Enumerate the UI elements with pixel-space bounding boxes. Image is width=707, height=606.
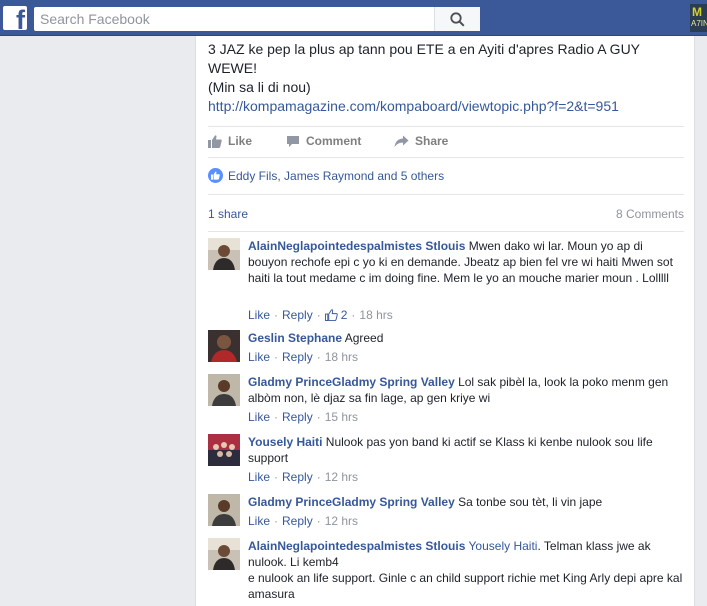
comment-author[interactable]: Geslin Stephane: [248, 331, 342, 345]
post-actions: Like Comment Share: [208, 126, 684, 158]
comment-reply-link[interactable]: Reply: [282, 410, 313, 424]
comment-item: Yousely Haiti Nulook pas yon band ki act…: [208, 434, 684, 486]
comment-meta: Like · Reply · 12 hrs: [248, 470, 359, 484]
comment-like-link[interactable]: Like: [248, 308, 270, 322]
like-button[interactable]: Like: [208, 134, 252, 148]
comment-item: Gladmy PrinceGladmy Spring Valley Sa ton…: [208, 494, 684, 530]
avatar[interactable]: [208, 238, 240, 270]
avatar[interactable]: [208, 330, 240, 362]
avatar[interactable]: [208, 494, 240, 526]
corner-thumb-bottom: A7IN: [691, 19, 707, 28]
avatar[interactable]: [208, 434, 240, 466]
comment-author[interactable]: Gladmy PrinceGladmy Spring Valley: [248, 495, 455, 509]
facebook-logo-icon[interactable]: f: [3, 6, 27, 30]
post-text: 3 JAZ ke pep la plus ap tann pou ETE a e…: [208, 40, 678, 116]
comment-text: Agreed: [342, 331, 384, 345]
comment-text: Sa tonbe sou tèt, li vin jape: [454, 495, 603, 509]
avatar[interactable]: [208, 374, 240, 406]
comment-author[interactable]: Yousely Haiti: [248, 435, 322, 449]
comment-mention[interactable]: Yousely Haiti: [469, 539, 538, 553]
comment-item: AlainNeglapointedespalmistes Stlouis Mwe…: [208, 238, 684, 328]
comment-icon: [287, 135, 299, 147]
shares-link[interactable]: 1 share: [208, 207, 248, 221]
comment-item: Geslin Stephane Agreed Like · Reply · 18 h…: [208, 330, 684, 366]
post-card: 3 JAZ ke pep la plus ap tann pou ETE a e…: [195, 36, 695, 606]
likes-summary[interactable]: Eddy Fils, James Raymond and 5 others: [208, 168, 444, 183]
comment-item: AlainNeglapointedespalmistes Stlouis You…: [208, 538, 684, 606]
comment-item: Gladmy PrinceGladmy Spring Valley Lol sa…: [208, 374, 684, 426]
comment-reply-link[interactable]: Reply: [282, 308, 313, 322]
reaction-count-value: 2: [340, 308, 348, 322]
avatar[interactable]: [208, 538, 240, 570]
corner-thumbnail[interactable]: M A7IN: [690, 4, 707, 32]
comment-body: Gladmy PrinceGladmy Spring Valley Sa ton…: [248, 494, 684, 510]
share-label: Share: [415, 134, 449, 148]
comment-reply-link[interactable]: Reply: [282, 514, 313, 528]
comment-reply-link[interactable]: Reply: [282, 350, 313, 364]
comment-time: 18 hrs: [324, 350, 359, 364]
like-thumb-icon: [208, 134, 222, 148]
comment-time: 12 hrs: [324, 514, 359, 528]
comment-body: Geslin Stephane Agreed: [248, 330, 684, 346]
comment-time: 12 hrs: [324, 470, 359, 484]
search-input[interactable]: [34, 7, 434, 31]
like-label: Like: [228, 134, 253, 148]
comment-time: 18 hrs: [359, 308, 393, 322]
corner-thumb-top: M: [692, 5, 702, 19]
comment-text-continued: e nulook an life support. Ginle c an chi…: [248, 571, 683, 601]
logo-letter: f: [16, 6, 25, 31]
comment-button[interactable]: Comment: [286, 134, 361, 148]
post-link[interactable]: http://kompamagazine.com/kompaboard/view…: [208, 98, 619, 114]
comment-meta: Like · Reply · 12 hrs: [248, 514, 359, 528]
comment-meta: Like · Reply · 18 hrs: [248, 350, 359, 364]
reaction-count[interactable]: 2: [324, 308, 348, 322]
comment-reply-link[interactable]: Reply: [282, 470, 313, 484]
comment-author[interactable]: Gladmy PrinceGladmy Spring Valley: [248, 375, 455, 389]
comment-author[interactable]: AlainNeglapointedespalmistes Stlouis: [248, 239, 465, 253]
like-thumb-icon: [324, 309, 338, 321]
comment-time: 15 hrs: [324, 410, 359, 424]
top-bar: f M A7IN: [0, 0, 707, 36]
share-button[interactable]: Share: [394, 134, 448, 148]
comment-like-link[interactable]: Like: [248, 470, 270, 484]
comment-like-link[interactable]: Like: [248, 410, 270, 424]
comments-count[interactable]: 8 Comments: [616, 207, 684, 221]
comment-body: AlainNeglapointedespalmistes Stlouis Mwe…: [248, 238, 684, 286]
comment-like-link[interactable]: Like: [248, 350, 270, 364]
like-badge-icon: [208, 168, 223, 183]
comment-body: Yousely Haiti Nulook pas yon band ki act…: [248, 434, 684, 466]
comment-like-link[interactable]: Like: [248, 514, 270, 528]
post-text-line2: (Min sa li di nou): [208, 79, 311, 95]
shares-row: 1 share 8 Comments: [208, 207, 684, 221]
comment-meta: Like · Reply · 2 · 18 hrs: [248, 308, 393, 322]
post-text-line1: 3 JAZ ke pep la plus ap tann pou ETE a e…: [208, 41, 644, 76]
divider: [208, 194, 684, 195]
likers-text: Eddy Fils, James Raymond and 5 others: [228, 168, 445, 183]
comment-author[interactable]: AlainNeglapointedespalmistes Stlouis: [248, 539, 465, 553]
search-box: [34, 7, 480, 31]
comment-body: AlainNeglapointedespalmistes Stlouis You…: [248, 538, 684, 602]
share-arrow-icon: [394, 135, 409, 147]
comment-body: Gladmy PrinceGladmy Spring Valley Lol sa…: [248, 374, 684, 406]
search-button[interactable]: [434, 7, 480, 31]
search-icon: [450, 11, 465, 27]
divider: [208, 231, 684, 232]
comment-label: Comment: [306, 134, 362, 148]
comment-meta: Like · Reply · 15 hrs: [248, 410, 359, 424]
